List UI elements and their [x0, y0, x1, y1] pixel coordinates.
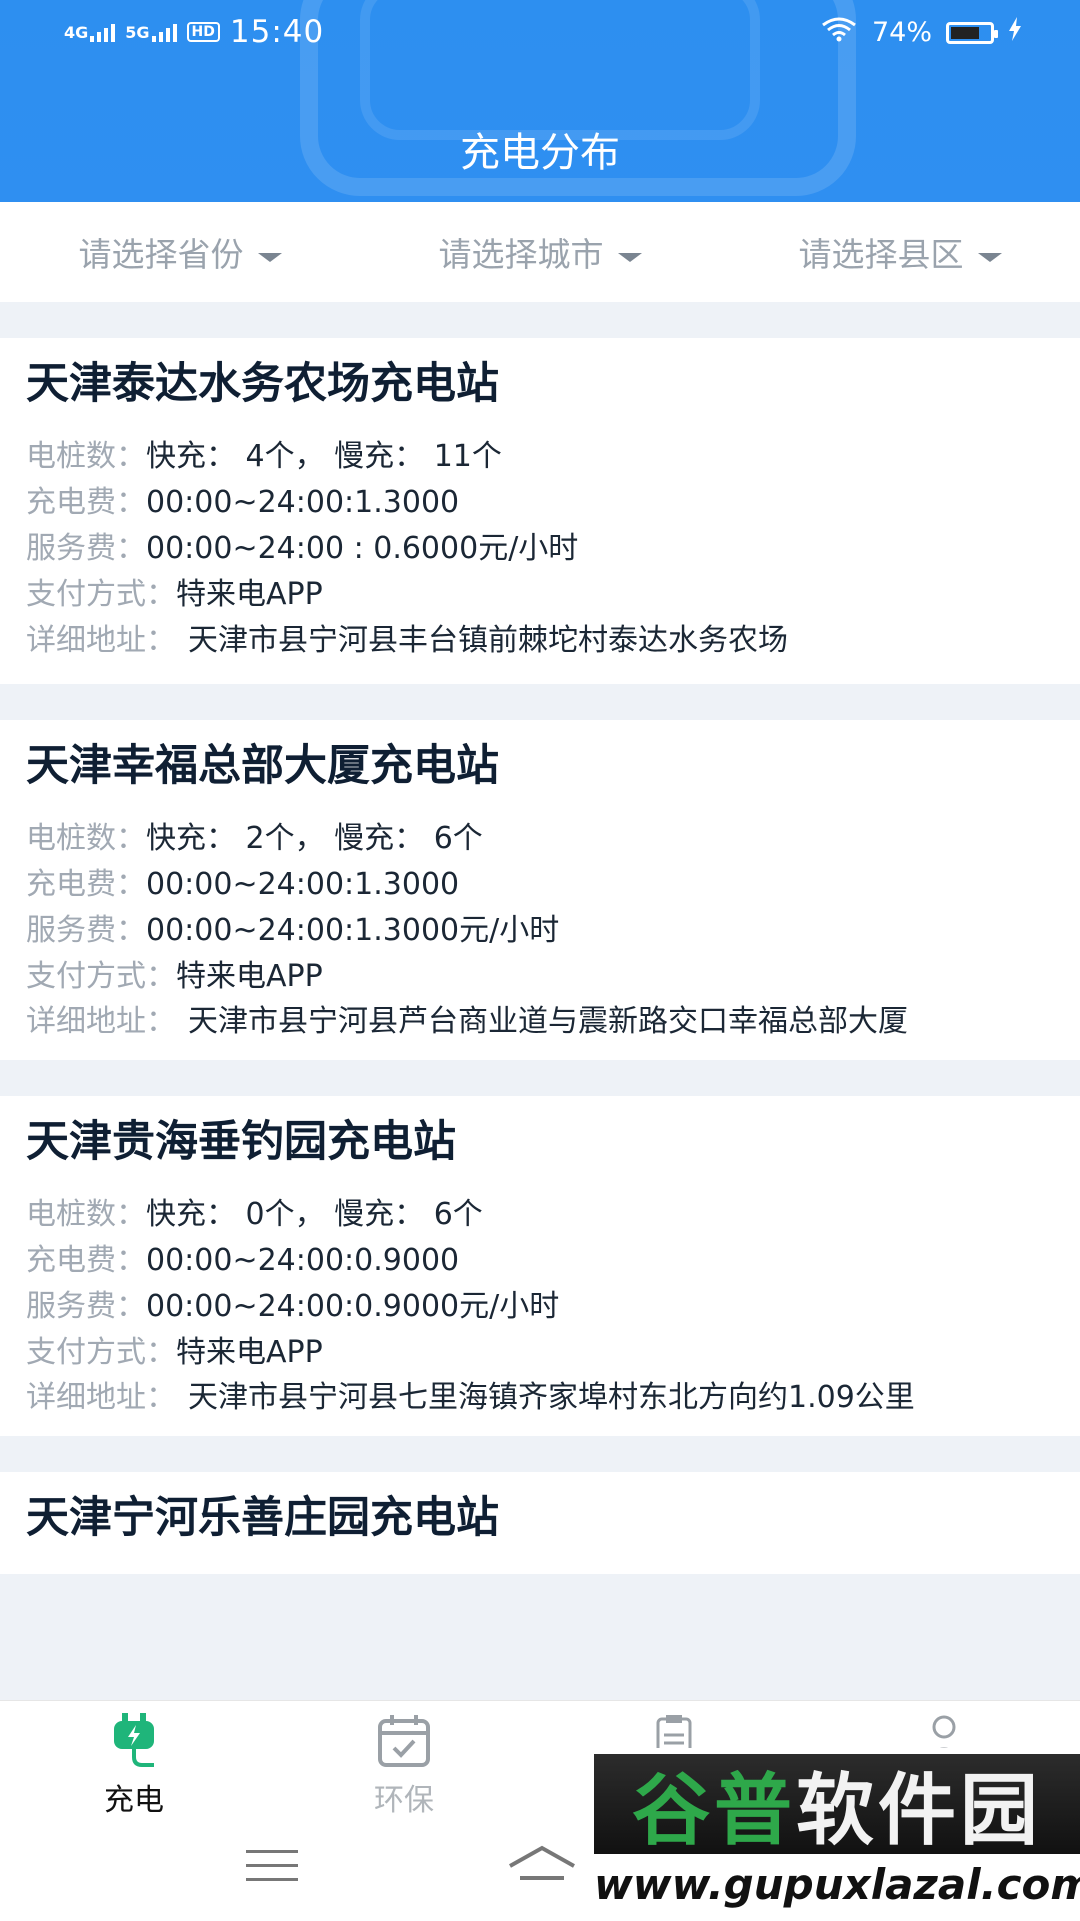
field-label: 支付方式： — [26, 1335, 176, 1370]
calendar-check-icon — [374, 1713, 434, 1769]
station-list: 天津泰达水务农场充电站 电桩数： 快充： 4个， 慢充： 11个 充电费： 00:0… — [0, 302, 1080, 1702]
station-name: 天津泰达水务农场充电站 — [26, 359, 499, 409]
status-time: 15:40 — [229, 14, 325, 50]
station-card[interactable]: 天津泰达水务农场充电站 电桩数： 快充： 4个， 慢充： 11个 充电费： 00:0… — [0, 338, 1080, 684]
station-card[interactable]: 天津贵海垂钓园充电站 电桩数： 快充： 0个， 慢充： 6个 充电费： 00:00~… — [0, 1096, 1080, 1436]
cellular-signal-2: 5G — [125, 22, 177, 42]
station-name: 天津幸福总部大厦充电站 — [26, 741, 499, 791]
field-label: 充电费： — [26, 1243, 146, 1278]
payment-row: 支付方式： 特来电APP — [26, 1330, 1054, 1376]
service-row: 服务费： 00:00~24:00 : 0.6000元/小时 — [26, 526, 1054, 572]
city-select-label: 请选择城市 — [438, 235, 604, 274]
tab-environment-label: 环保 — [374, 1783, 434, 1818]
fee-value: 00:00~24:00:1.3000 — [146, 867, 460, 902]
field-label: 充电费： — [26, 485, 146, 520]
watermark-url: www.gupuxlazal.com — [594, 1860, 1080, 1909]
station-card[interactable]: 天津宁河乐善庄园充电站 — [0, 1472, 1080, 1574]
charging-plug-icon — [104, 1713, 164, 1769]
fee-row: 充电费： 00:00~24:00:0.9000 — [26, 1238, 1054, 1284]
battery-icon — [946, 21, 998, 44]
field-label: 充电费： — [26, 867, 146, 902]
field-label: 服务费： — [26, 913, 146, 948]
city-select[interactable]: 请选择城市 — [360, 202, 720, 302]
province-select[interactable]: 请选择省份 — [0, 202, 360, 302]
district-select[interactable]: 请选择县区 — [720, 202, 1080, 302]
service-value: 00:00~24:00:1.3000元/小时 — [146, 913, 560, 948]
menu-icon[interactable] — [246, 1850, 298, 1892]
service-row: 服务费： 00:00~24:00:1.3000元/小时 — [26, 908, 1054, 954]
tab-environment[interactable]: 环保 — [314, 1713, 494, 1819]
fee-row: 充电费： 00:00~24:00:1.3000 — [26, 862, 1054, 908]
piles-value: 快充： 4个， 慢充： 11个 — [146, 439, 502, 474]
tab-charging-label: 充电 — [104, 1783, 164, 1818]
field-label: 详细地址： — [26, 1004, 176, 1039]
page-title: 充电分布 — [460, 130, 620, 176]
app-header: 4G 5G HD 15:40 74% 充电分布 — [0, 0, 1080, 202]
watermark-text-b: 软件园 — [796, 1766, 1043, 1856]
field-label: 详细地址： — [26, 1380, 176, 1415]
payment-row: 支付方式： 特来电APP — [26, 954, 1054, 1000]
address-value: 天津市县宁河县七里海镇齐家埠村东北方向约1.09公里 — [188, 1380, 915, 1415]
payment-row: 支付方式： 特来电APP — [26, 572, 1054, 618]
piles-row: 电桩数： 快充： 2个， 慢充： 6个 — [26, 816, 1054, 862]
battery-percent: 74% — [871, 17, 932, 48]
service-value: 00:00~24:00:0.9000元/小时 — [146, 1289, 560, 1324]
piles-value: 快充： 0个， 慢充： 6个 — [146, 1197, 483, 1232]
service-value: 00:00~24:00 : 0.6000元/小时 — [146, 531, 579, 566]
province-select-label: 请选择省份 — [78, 235, 244, 274]
fee-value: 00:00~24:00:0.9000 — [146, 1243, 460, 1278]
payment-value: 特来电APP — [176, 959, 323, 994]
payment-value: 特来电APP — [176, 1335, 323, 1370]
field-label: 服务费： — [26, 1289, 146, 1324]
chevron-down-icon — [977, 252, 1002, 262]
station-name: 天津贵海垂钓园充电站 — [26, 1117, 456, 1167]
address-row: 详细地址： 天津市县宁河县芦台商业道与震新路交口幸福总部大厦 — [26, 1000, 1054, 1040]
region-filter-bar: 请选择省份 请选择城市 请选择县区 — [0, 202, 1080, 302]
watermark-text-a: 谷普 — [631, 1766, 796, 1856]
tab-charging[interactable]: 充电 — [44, 1713, 224, 1819]
status-bar: 4G 5G HD 15:40 74% — [0, 0, 1080, 66]
address-row: 详细地址： 天津市县宁河县丰台镇前棘坨村泰达水务农场 — [26, 618, 1054, 664]
payment-value: 特来电APP — [176, 577, 323, 612]
watermark-logo: 谷普 软件园 www.gupuxlazal.com — [594, 1748, 1080, 1920]
charging-bolt-icon — [1008, 17, 1022, 48]
fee-row: 充电费： 00:00~24:00:1.3000 — [26, 480, 1054, 526]
field-label: 服务费： — [26, 531, 146, 566]
station-card[interactable]: 天津幸福总部大厦充电站 电桩数： 快充： 2个， 慢充： 6个 充电费： 00:00… — [0, 720, 1080, 1060]
field-label: 支付方式： — [26, 959, 176, 994]
district-select-label: 请选择县区 — [798, 235, 964, 274]
field-label: 电桩数： — [26, 1197, 146, 1232]
address-row: 详细地址： 天津市县宁河县七里海镇齐家埠村东北方向约1.09公里 — [26, 1376, 1054, 1416]
station-name: 天津宁河乐善庄园充电站 — [26, 1493, 499, 1543]
service-row: 服务费： 00:00~24:00:0.9000元/小时 — [26, 1284, 1054, 1330]
home-icon[interactable] — [506, 1844, 578, 1888]
piles-row: 电桩数： 快充： 4个， 慢充： 11个 — [26, 434, 1054, 480]
field-label: 详细地址： — [26, 623, 176, 658]
wifi-icon — [820, 16, 858, 49]
cellular-signal-1: 4G — [64, 22, 116, 42]
piles-value: 快充： 2个， 慢充： 6个 — [146, 821, 483, 856]
field-label: 支付方式： — [26, 577, 176, 612]
fee-value: 00:00~24:00:1.3000 — [146, 485, 460, 520]
field-label: 电桩数： — [26, 821, 146, 856]
chevron-down-icon — [257, 252, 282, 262]
address-value: 天津市县宁河县丰台镇前棘坨村泰达水务农场 — [188, 623, 788, 658]
chevron-down-icon — [617, 252, 642, 262]
piles-row: 电桩数： 快充： 0个， 慢充： 6个 — [26, 1192, 1054, 1238]
hd-voice-icon: HD — [186, 22, 220, 42]
field-label: 电桩数： — [26, 439, 146, 474]
address-value: 天津市县宁河县芦台商业道与震新路交口幸福总部大厦 — [188, 1004, 908, 1039]
